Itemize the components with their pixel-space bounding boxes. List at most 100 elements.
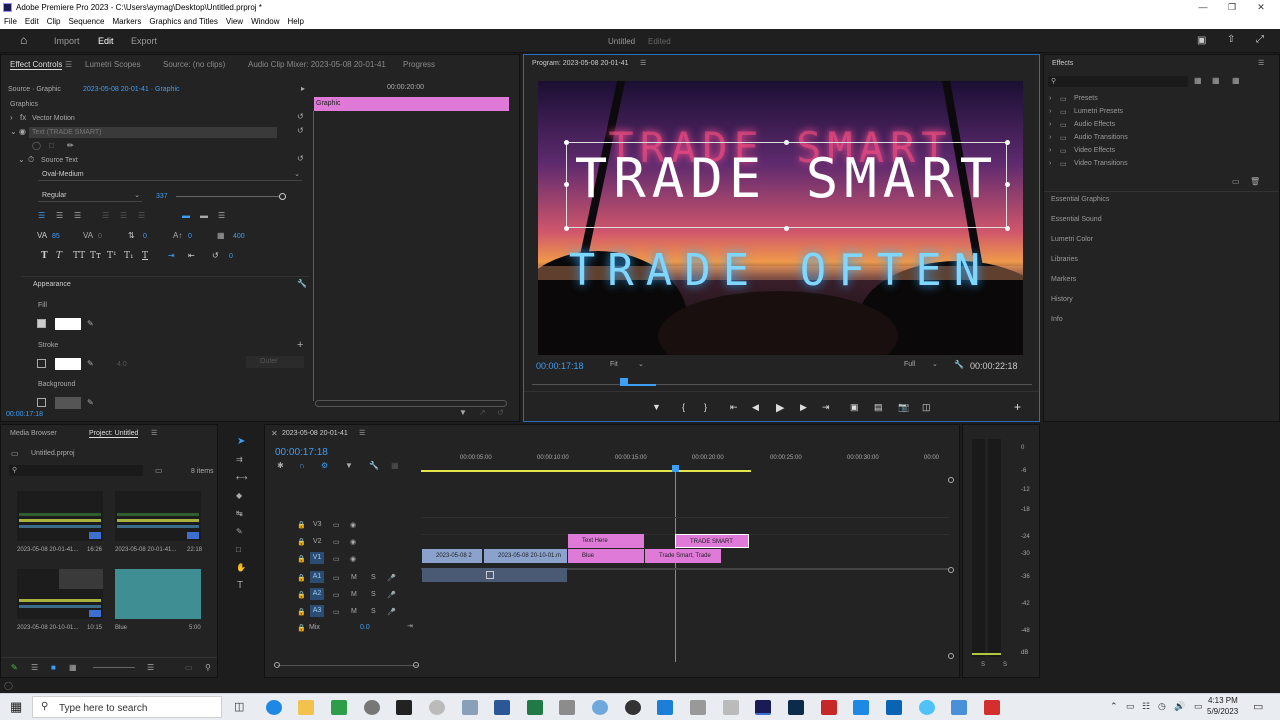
align-bottom-icon[interactable]: ☰ bbox=[218, 211, 225, 221]
new-bin-icon[interactable]: ▭ bbox=[155, 466, 163, 476]
mix-value[interactable]: 0.0 bbox=[360, 624, 370, 631]
stroke-checkbox[interactable] bbox=[37, 359, 46, 368]
panel-lumetri-color[interactable]: Lumetri Color bbox=[1051, 236, 1093, 243]
panel-info[interactable]: Info bbox=[1051, 316, 1063, 323]
windows-start-icon[interactable]: ▦ bbox=[10, 699, 22, 715]
stopwatch-icon[interactable]: ⏱ bbox=[28, 155, 34, 165]
chevron-down-icon[interactable]: ⌄ bbox=[10, 127, 17, 137]
background-checkbox[interactable] bbox=[37, 398, 46, 407]
chevron-right-icon[interactable]: › bbox=[1049, 121, 1051, 128]
display-icon[interactable]: ▭ bbox=[1194, 701, 1203, 712]
chevron-right-icon[interactable]: › bbox=[1049, 95, 1051, 102]
justify-icon[interactable]: ☰ bbox=[138, 211, 145, 221]
terminal-icon[interactable] bbox=[396, 700, 412, 715]
align-top-icon[interactable]: ▬ bbox=[182, 211, 190, 221]
photoshop-icon[interactable] bbox=[788, 700, 804, 715]
go-to-out-icon[interactable]: ⇥ bbox=[822, 402, 830, 413]
transform-handle[interactable] bbox=[784, 140, 789, 145]
transform-handle[interactable] bbox=[1005, 226, 1010, 231]
ellipse-mask-icon[interactable]: ◯ bbox=[32, 141, 41, 151]
zoom-dropdown[interactable]: Fit ⌄ bbox=[608, 358, 646, 370]
tab-export[interactable]: Export bbox=[131, 36, 157, 46]
ltr-icon[interactable]: ⇥ bbox=[168, 251, 175, 260]
sync-icon[interactable]: ▭ bbox=[333, 591, 340, 599]
go-to-in-icon[interactable]: ⇤ bbox=[730, 402, 738, 413]
program-preview[interactable]: TRADE SMART TRADE SMART TRADE OFTEN bbox=[538, 81, 1023, 355]
menu-window[interactable]: Window bbox=[247, 15, 283, 29]
fullscreen-icon[interactable]: ⤢ bbox=[1256, 34, 1264, 45]
close-icon[interactable]: ✕ bbox=[1254, 0, 1268, 15]
track-label[interactable]: A2 bbox=[310, 588, 324, 600]
solo-right-button[interactable]: S bbox=[1003, 662, 1007, 668]
solo-icon[interactable]: S bbox=[371, 591, 376, 598]
underline-icon[interactable]: T bbox=[142, 251, 148, 261]
export-frame-icon[interactable]: ↗ bbox=[479, 408, 486, 418]
wifi-icon[interactable]: ◷ bbox=[1158, 701, 1166, 712]
marker-icon[interactable]: ▼ bbox=[345, 461, 353, 471]
lock-icon[interactable]: 🔒 bbox=[297, 555, 306, 563]
clip-trade-smart[interactable]: TRADE SMART bbox=[675, 534, 749, 548]
clip-video-a[interactable]: 2023-05-08 2 bbox=[422, 549, 482, 563]
volume-icon[interactable]: 🔊 bbox=[1174, 701, 1185, 712]
extract-icon[interactable]: ▤ bbox=[874, 402, 883, 413]
snap-icon[interactable]: ↺ bbox=[497, 408, 504, 418]
type-tool-icon[interactable]: T bbox=[237, 581, 243, 591]
filter-icon[interactable]: ▼ bbox=[459, 408, 467, 418]
effects-item-lumetri-presets[interactable]: Lumetri Presets bbox=[1074, 108, 1123, 115]
ripple-edit-icon[interactable]: ⟷ bbox=[236, 473, 247, 483]
tab-media-browser[interactable]: Media Browser bbox=[10, 430, 57, 437]
media-thumbnail[interactable] bbox=[17, 491, 103, 541]
panel-markers[interactable]: Markers bbox=[1051, 276, 1076, 283]
panel-menu-icon[interactable]: ☰ bbox=[151, 429, 157, 437]
menu-markers[interactable]: Markers bbox=[109, 15, 146, 29]
effects-item-audio-effects[interactable]: Audio Effects bbox=[1074, 121, 1115, 128]
font-size-value[interactable]: 337 bbox=[156, 193, 168, 200]
tab-effect-controls[interactable]: Effect Controls bbox=[10, 60, 63, 70]
track-label[interactable]: V2 bbox=[313, 538, 322, 545]
lock-icon[interactable]: 🔒 bbox=[297, 608, 306, 616]
minimize-icon[interactable]: — bbox=[1196, 0, 1210, 15]
new-bin-icon[interactable]: ▭ bbox=[1232, 177, 1240, 187]
effects-item-video-effects[interactable]: Video Effects bbox=[1074, 147, 1115, 154]
app-icon[interactable] bbox=[723, 700, 739, 715]
wrench-icon[interactable]: 🔧 bbox=[369, 461, 379, 471]
add-marker-icon[interactable]: ▼ bbox=[652, 402, 661, 412]
quality-dropdown[interactable]: Full ⌄ bbox=[902, 358, 942, 370]
eyedropper-icon[interactable]: ✎ bbox=[87, 359, 94, 369]
word-icon[interactable] bbox=[494, 700, 510, 715]
bold-icon[interactable]: T bbox=[41, 251, 48, 261]
share-icon[interactable]: ⇧ bbox=[1227, 34, 1235, 45]
quick-export-icon[interactable]: ▣ bbox=[1197, 35, 1206, 46]
track-select-icon[interactable]: ⇉ bbox=[236, 455, 243, 465]
sync-icon[interactable]: ▭ bbox=[333, 538, 340, 546]
freeform-view-icon[interactable]: ▦ bbox=[69, 663, 77, 673]
panel-libraries[interactable]: Libraries bbox=[1051, 256, 1078, 263]
effects-item-presets[interactable]: Presets bbox=[1074, 95, 1098, 102]
battery-icon[interactable]: ▭ bbox=[1126, 701, 1135, 712]
align-left-icon[interactable]: ☰ bbox=[38, 211, 45, 221]
selection-tool-icon[interactable]: ➤ bbox=[237, 437, 245, 447]
yuv-effects-icon[interactable]: ▦ bbox=[1232, 76, 1240, 86]
rtl-icon[interactable]: ⇤ bbox=[188, 251, 195, 260]
panel-menu-icon[interactable]: ☰ bbox=[1258, 59, 1264, 67]
sequence-link[interactable]: 2023-05-08 20-01-41 · Graphic bbox=[83, 86, 180, 93]
app-icon[interactable] bbox=[690, 700, 706, 715]
step-forward-icon[interactable]: ▶​ bbox=[800, 402, 807, 413]
taskbar-search-input[interactable]: ⚲ Type here to search bbox=[32, 696, 222, 718]
sync-icon[interactable]: ▭ bbox=[333, 521, 340, 529]
solo-icon[interactable]: S bbox=[371, 574, 376, 581]
calculator-icon[interactable] bbox=[559, 700, 575, 715]
add-button-icon[interactable]: + bbox=[1014, 400, 1021, 414]
chevron-right-icon[interactable]: › bbox=[1049, 147, 1051, 154]
project-search-input[interactable]: ⚲ bbox=[9, 465, 143, 476]
panel-history[interactable]: History bbox=[1051, 296, 1073, 303]
panel-menu-icon[interactable]: ☰ bbox=[65, 60, 72, 69]
eye-icon[interactable]: ◉ bbox=[350, 555, 356, 563]
menu-view[interactable]: View bbox=[222, 15, 247, 29]
mic-icon[interactable]: 🎤 bbox=[387, 608, 396, 616]
premiere-icon[interactable] bbox=[755, 700, 771, 715]
stroke-width[interactable]: 4.0 bbox=[117, 361, 127, 368]
all-caps-icon[interactable]: TT bbox=[73, 251, 85, 261]
scroll-handle[interactable] bbox=[948, 567, 954, 573]
close-icon[interactable]: ✕ bbox=[271, 429, 278, 439]
